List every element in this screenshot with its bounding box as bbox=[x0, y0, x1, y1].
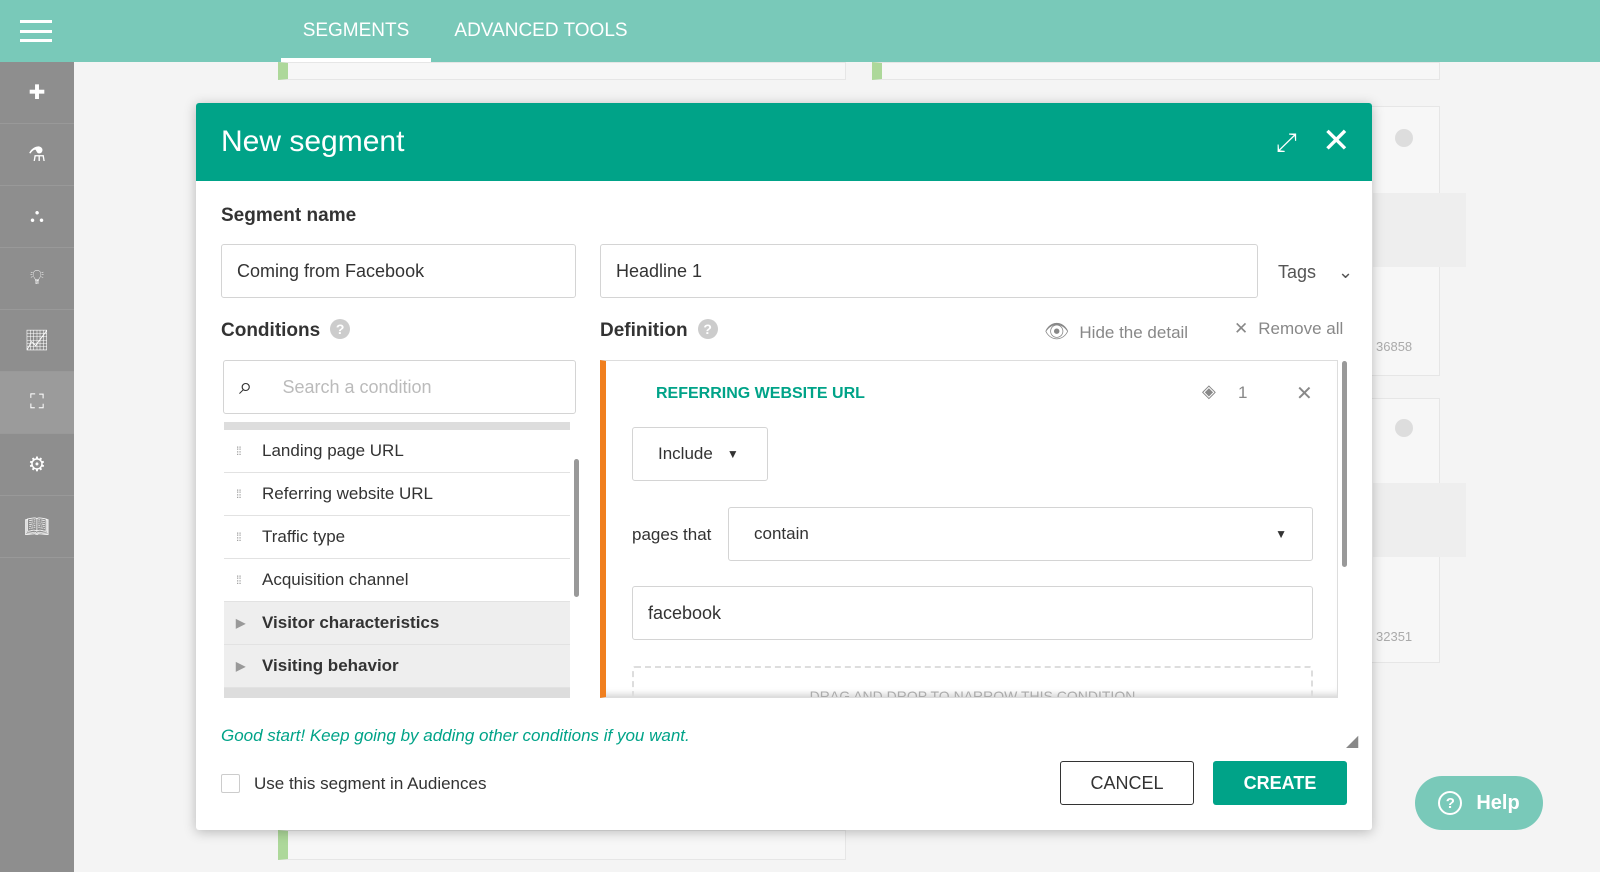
tags-dropdown[interactable]: Tags ⌄ bbox=[1278, 262, 1353, 283]
list-item[interactable]: ⁞⁞ Acquisition channel bbox=[224, 559, 570, 602]
definition-label: Definition? bbox=[600, 319, 718, 342]
test-tube-icon[interactable]: ⚗ bbox=[0, 124, 74, 186]
cancel-button[interactable]: CANCEL bbox=[1060, 761, 1194, 805]
pages-that-label: pages that bbox=[632, 525, 712, 544]
caret-down-icon: ▼ bbox=[1275, 527, 1287, 541]
drag-handle-icon: ⁞⁞ bbox=[236, 573, 242, 587]
segment-name-label: Segment name bbox=[221, 205, 357, 226]
modal-title: New segment bbox=[221, 125, 405, 158]
caret-down-icon: ▼ bbox=[726, 447, 739, 461]
org-chart-icon[interactable]: ⛬ bbox=[0, 186, 74, 248]
chart-icon[interactable]: 📈︎ bbox=[0, 310, 74, 372]
list-icon bbox=[1395, 419, 1413, 437]
conditions-list: ⁞⁞ Landing page URL ⁞⁞ Referring website U… bbox=[224, 422, 570, 698]
list-item[interactable]: ⁞⁞ Referring website URL bbox=[224, 473, 570, 516]
remove-all-button[interactable]: ✕ Remove all bbox=[1234, 319, 1343, 339]
eye-icon: 👁︎ bbox=[1044, 321, 1070, 343]
search-icon: ⌕ bbox=[239, 373, 253, 400]
caret-right-icon: ▶ bbox=[236, 616, 245, 630]
conditions-label: Conditions? bbox=[221, 319, 351, 342]
group-visiting-behavior[interactable]: ▶ Visiting behavior bbox=[224, 645, 570, 688]
create-button[interactable]: CREATE bbox=[1213, 761, 1347, 805]
value-input[interactable]: facebook bbox=[632, 586, 1313, 640]
sidebar: ✚ ⚗ ⛬ 💡︎ 📈︎ ⛶ ⚙ 📖︎ bbox=[0, 62, 74, 872]
condition-card: REFERRING WEBSITE URL ◈ 1 ✕ Include ▼ pag… bbox=[600, 360, 1338, 698]
audiences-label: Use this segment in Audiences bbox=[254, 774, 487, 793]
drag-handle-icon: ⁞⁞ bbox=[236, 444, 242, 458]
expand-icon[interactable]: ⤢ bbox=[1276, 127, 1297, 159]
group-visitor-characteristics[interactable]: ▶ Visitor characteristics bbox=[224, 602, 570, 645]
resize-handle[interactable]: ◢ bbox=[1346, 731, 1358, 751]
remove-condition-icon[interactable]: ✕ bbox=[1296, 381, 1313, 406]
gear-icon[interactable]: ⚙ bbox=[0, 434, 74, 496]
headline-input[interactable]: Headline 1 bbox=[600, 244, 1258, 298]
layer-count: 1 bbox=[1238, 383, 1248, 402]
add-icon[interactable]: ✚ bbox=[0, 62, 74, 124]
question-icon: ? bbox=[1438, 791, 1463, 815]
scrollbar[interactable] bbox=[1342, 361, 1347, 567]
help-icon[interactable]: ? bbox=[697, 319, 718, 339]
search-condition-input[interactable]: ⌕ Search a condition bbox=[223, 360, 576, 414]
list-item[interactable]: ⁞⁞ Landing page URL bbox=[224, 430, 570, 473]
list-item[interactable]: ⁞⁞ Traffic type bbox=[224, 516, 570, 559]
close-icon: ✕ bbox=[1234, 319, 1249, 338]
audiences-checkbox[interactable] bbox=[221, 774, 240, 793]
include-dropdown[interactable]: Include ▼ bbox=[632, 427, 768, 481]
background-card bbox=[872, 62, 1440, 80]
scrollbar[interactable] bbox=[574, 459, 579, 597]
chevron-down-icon: ⌄ bbox=[1338, 262, 1354, 282]
background-card bbox=[278, 62, 846, 80]
top-bar: SEGMENTS ADVANCED TOOLS bbox=[0, 0, 1600, 62]
tab-segments[interactable]: SEGMENTS bbox=[281, 0, 431, 62]
drag-handle-icon: ⁞⁞ bbox=[236, 487, 242, 501]
tags-label: Tags bbox=[1278, 262, 1317, 282]
hide-detail-button[interactable]: 👁︎ Hide the detail bbox=[1044, 319, 1188, 344]
help-icon[interactable]: ? bbox=[330, 319, 351, 339]
caret-right-icon: ▶ bbox=[236, 659, 245, 673]
background-value: 32351 bbox=[1376, 629, 1413, 644]
new-segment-modal: New segment ⤢ ✕ Segment name Coming from… bbox=[196, 103, 1372, 830]
layers-icon: ◈ bbox=[1202, 381, 1216, 401]
operator-dropdown[interactable]: contain ▼ bbox=[728, 507, 1313, 561]
segment-name-input[interactable]: Coming from Facebook bbox=[221, 244, 576, 298]
close-icon[interactable]: ✕ bbox=[1322, 121, 1351, 161]
drag-handle-icon: ⁞⁞ bbox=[236, 530, 242, 544]
tab-advanced-tools[interactable]: ADVANCED TOOLS bbox=[446, 0, 636, 62]
add-frame-icon[interactable]: ⛶ bbox=[0, 372, 74, 434]
book-icon[interactable]: 📖︎ bbox=[0, 496, 74, 558]
drop-zone[interactable]: DRAG AND DROP TO NARROW THIS CONDITION bbox=[632, 666, 1313, 697]
list-icon bbox=[1395, 129, 1413, 147]
modal-header: New segment ⤢ ✕ bbox=[196, 103, 1372, 181]
background-card bbox=[278, 830, 846, 860]
help-button[interactable]: ? Help bbox=[1415, 776, 1543, 830]
condition-title: REFERRING WEBSITE URL bbox=[656, 385, 865, 402]
menu-icon[interactable] bbox=[20, 20, 52, 42]
lightbulb-icon[interactable]: 💡︎ bbox=[0, 248, 74, 310]
background-value: 36858 bbox=[1376, 339, 1413, 354]
hint-text: Good start! Keep going by adding other c… bbox=[221, 726, 690, 745]
